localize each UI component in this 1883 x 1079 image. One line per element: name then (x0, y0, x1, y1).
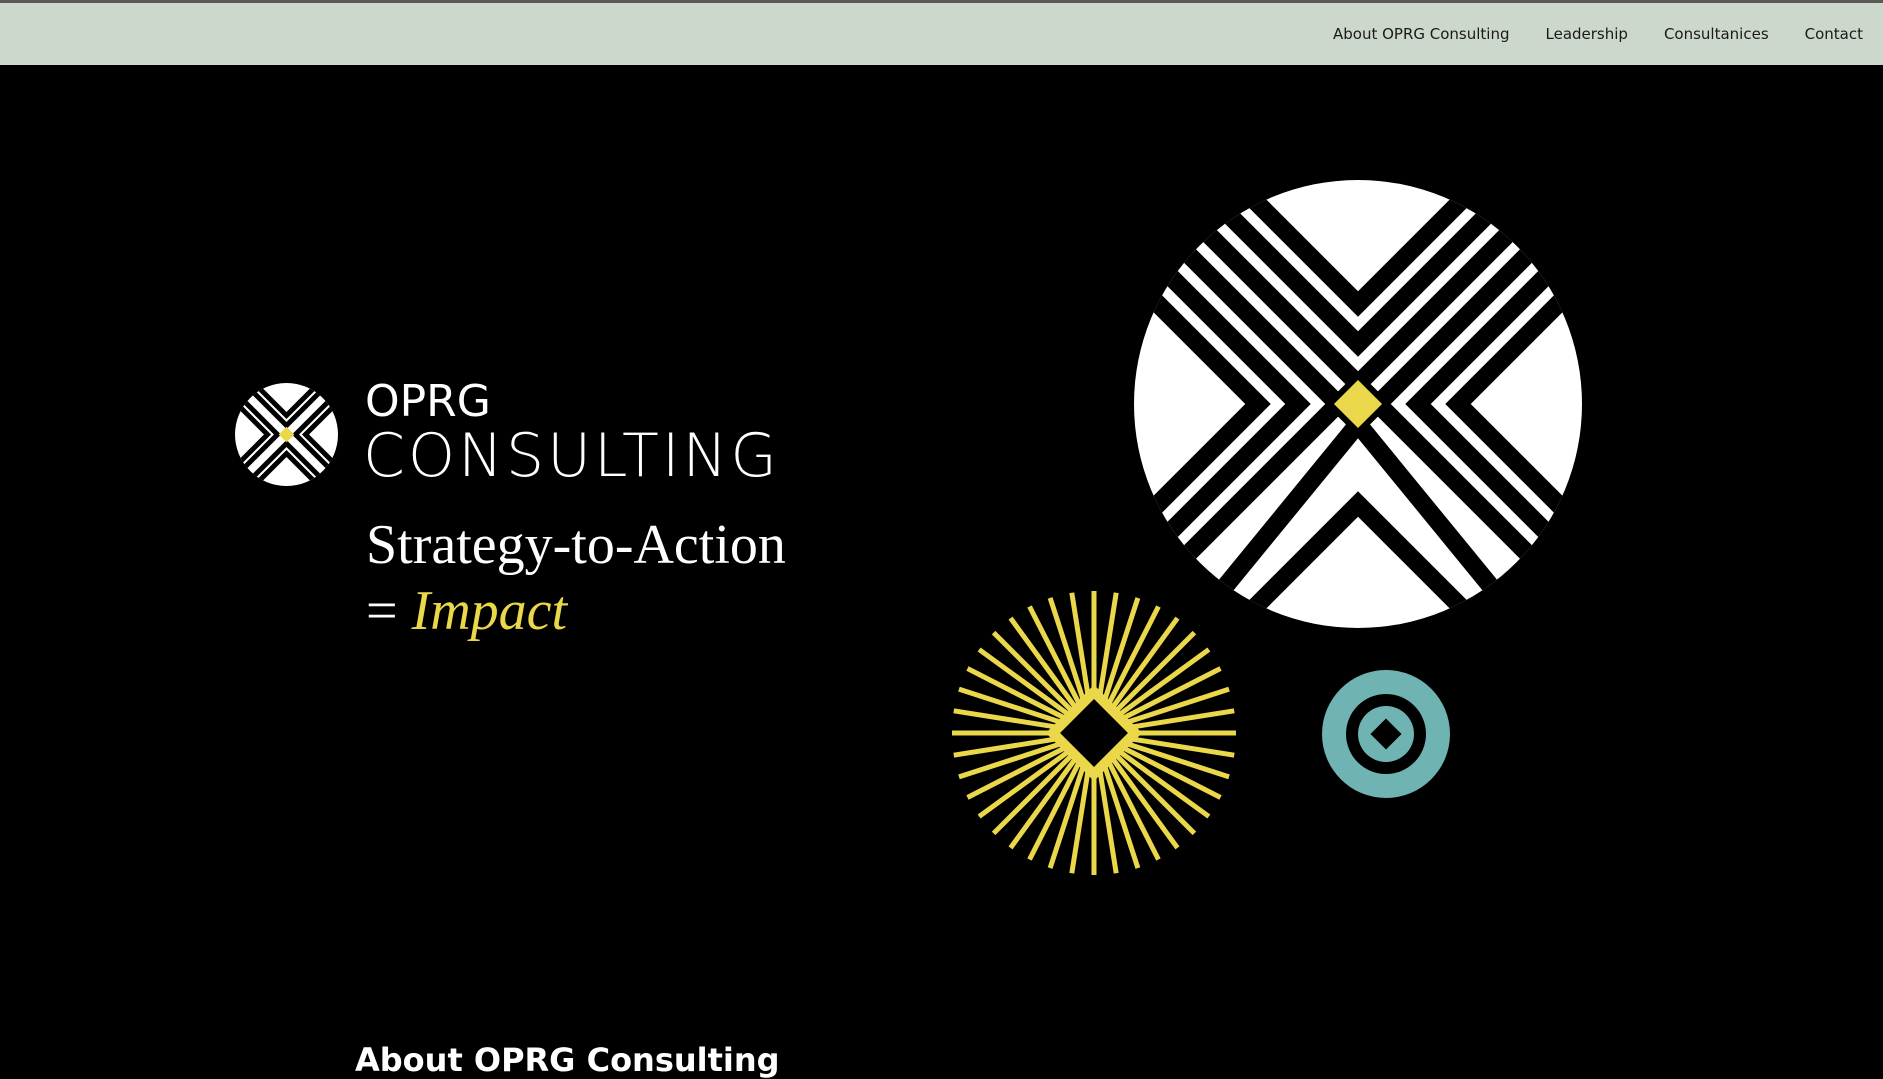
target-diamond-icon (1322, 670, 1450, 798)
x-pattern-circle-icon (235, 383, 338, 486)
hero-tagline: Strategy-to-Action = Impact (366, 512, 786, 644)
tagline-line-2: = Impact (366, 578, 786, 644)
tagline-line-1: Strategy-to-Action (366, 514, 786, 576)
tagline-equals: = (366, 580, 412, 642)
about-section-heading: About OPRG Consulting (355, 1040, 780, 1079)
x-pattern-circle-icon (1134, 180, 1582, 628)
wordmark-consulting: CONSULTING (363, 421, 780, 491)
hero-artwork (952, 180, 1582, 875)
wordmark-oprg: OPRG (365, 376, 491, 427)
tagline-impact: Impact (411, 580, 568, 642)
sunburst-icon (952, 591, 1236, 875)
